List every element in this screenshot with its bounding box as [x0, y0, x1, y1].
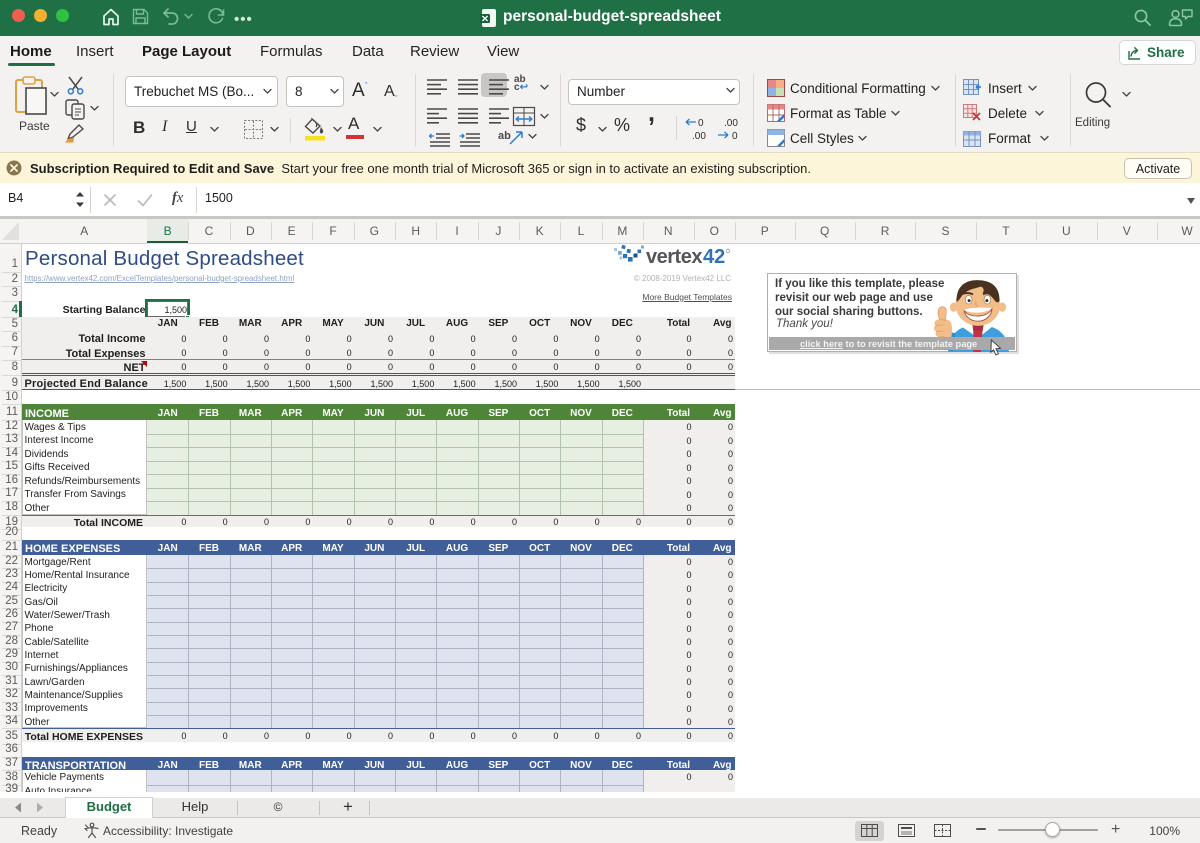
svg-text:0: 0 — [732, 131, 738, 142]
svg-text:.00: .00 — [692, 131, 706, 142]
svg-text:vertex: vertex — [646, 246, 702, 268]
svg-text:42: 42 — [703, 246, 725, 268]
svg-text:0: 0 — [698, 118, 704, 129]
svg-text:.00: .00 — [724, 118, 738, 129]
